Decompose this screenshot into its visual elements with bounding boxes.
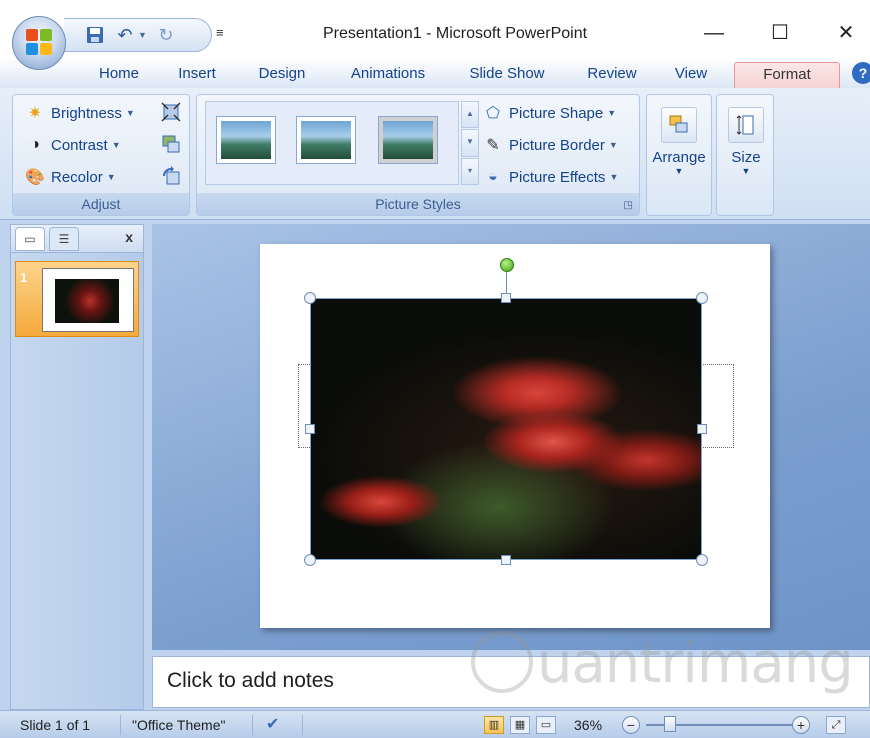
arrange-icon <box>661 107 697 143</box>
normal-view-icon[interactable]: ▥ <box>484 716 504 734</box>
resize-handle-top[interactable] <box>501 293 511 303</box>
arrange-button[interactable]: Arrange ▼ <box>649 101 709 197</box>
size-button[interactable]: Size ▼ <box>716 101 776 197</box>
resize-handle-right[interactable] <box>697 424 707 434</box>
slides-panel-tabs: ▭ ☰ x <box>11 225 143 253</box>
chevron-down-icon: ▼ <box>674 166 684 176</box>
dialog-launcher-icon[interactable]: ◳ <box>624 200 633 211</box>
picture-style-thumbnail[interactable] <box>296 116 356 164</box>
chevron-down-icon: ▼ <box>111 140 121 150</box>
tab-design[interactable]: Design <box>246 62 318 88</box>
slide-editing-area <box>152 224 870 650</box>
picture-shape-button[interactable]: ⬠ Picture Shape ▼ <box>483 103 616 123</box>
slide-sorter-icon[interactable]: ▦ <box>510 716 530 734</box>
zoom-out-icon[interactable]: − <box>622 716 640 734</box>
pen-icon: ✎ <box>486 137 500 154</box>
adjust-group: ✷ Brightness ▼ ◑ Contrast ▼ 🎨 Recolor ▼ Adj… <box>12 94 190 216</box>
ribbon: ✷ Brightness ▼ ◑ Contrast ▼ 🎨 Recolor ▼ Adj… <box>0 88 870 220</box>
contrast-icon: ◑ <box>30 136 40 153</box>
slides-tab-icon[interactable]: ▭ <box>15 227 45 251</box>
slide-number: 1 <box>20 270 28 285</box>
gallery-down-icon[interactable]: ▼ <box>461 129 479 157</box>
maximize-button[interactable]: ☐ <box>760 18 800 48</box>
slide-show-icon[interactable]: ▭ <box>536 716 556 734</box>
tab-home[interactable]: Home <box>88 62 150 88</box>
picture-styles-group-label: Picture Styles <box>197 193 639 215</box>
title-bar: ↶ ▼ ↻ ≡ Presentation1 - Microsoft PowerPo… <box>0 0 870 60</box>
tab-animations[interactable]: Animations <box>338 62 438 88</box>
effects-icon: ◒ <box>488 168 498 185</box>
brightness-button[interactable]: ✷ Brightness ▼ <box>25 103 135 123</box>
fit-to-window-icon[interactable]: ⤢ <box>826 716 846 734</box>
minimize-button[interactable]: — <box>694 18 734 48</box>
size-group: Size ▼ <box>716 94 774 216</box>
resize-handle-top-right[interactable] <box>696 292 708 304</box>
change-picture-icon[interactable] <box>159 133 183 155</box>
selected-picture[interactable] <box>310 298 702 560</box>
tab-review[interactable]: Review <box>578 62 646 88</box>
reset-picture-icon[interactable] <box>159 165 183 187</box>
office-logo-icon <box>26 29 54 57</box>
brightness-icon: ✷ <box>28 105 42 122</box>
picture-border-button[interactable]: ✎ Picture Border ▼ <box>483 135 618 155</box>
thumbnail-picture <box>55 279 119 323</box>
zoom-slider-thumb[interactable] <box>664 716 676 732</box>
chevron-down-icon: ▼ <box>608 140 618 150</box>
notes-placeholder: Click to add notes <box>167 669 334 692</box>
chevron-down-icon: ▼ <box>607 108 617 118</box>
shape-icon: ⬠ <box>486 105 500 122</box>
adjust-group-label: Adjust <box>13 193 189 215</box>
gallery-scroll: ▲ ▼ ▾ <box>461 101 479 185</box>
gallery-up-icon[interactable]: ▲ <box>461 101 479 129</box>
zoom-in-icon[interactable]: + <box>792 716 810 734</box>
slide-canvas[interactable] <box>260 244 770 628</box>
chevron-down-icon: ▼ <box>741 166 751 176</box>
picture-styles-group: ▲ ▼ ▾ ⬠ Picture Shape ▼ ✎ Picture Border ▼… <box>196 94 640 216</box>
window-title: Presentation1 - Microsoft PowerPoint <box>322 25 588 42</box>
chevron-down-icon: ▼ <box>125 108 135 118</box>
arrange-group: Arrange ▼ <box>646 94 712 216</box>
gallery-more-icon[interactable]: ▾ <box>461 157 479 185</box>
resize-handle-bottom[interactable] <box>501 555 511 565</box>
slides-panel: ▭ ☰ x 1 <box>10 224 144 710</box>
close-button[interactable]: ✕ <box>826 18 866 48</box>
watermark-text: uantrimang <box>537 631 854 696</box>
contrast-button[interactable]: ◑ Contrast ▼ <box>25 135 121 155</box>
slide-indicator: Slide 1 of 1 <box>20 717 91 733</box>
picture-style-thumbnail[interactable] <box>216 116 276 164</box>
compress-pictures-icon[interactable] <box>159 101 183 123</box>
picture-style-thumbnail[interactable] <box>378 116 438 164</box>
theme-name[interactable]: "Office Theme" <box>132 717 225 733</box>
close-panel-icon[interactable]: x <box>125 229 133 245</box>
size-icon <box>728 107 764 143</box>
help-icon[interactable]: ? <box>852 62 870 84</box>
slide-thumbnail[interactable]: 1 <box>15 261 139 337</box>
notes-pane[interactable]: Click to add notes uantrimang <box>152 631 870 708</box>
recolor-icon: 🎨 <box>25 169 45 186</box>
resize-handle-bottom-left[interactable] <box>304 554 316 566</box>
picture-effects-button[interactable]: ◒ Picture Effects ▼ <box>483 167 618 187</box>
chevron-down-icon: ▼ <box>106 172 116 182</box>
watermark-logo <box>471 631 533 693</box>
ribbon-tabs: Home Insert Design Animations Slide Show… <box>0 58 870 88</box>
tab-insert[interactable]: Insert <box>166 62 228 88</box>
rotation-handle[interactable] <box>500 258 514 272</box>
status-bar: Slide 1 of 1 "Office Theme" ✔ ▥ ▦ ▭ 36% … <box>0 710 870 738</box>
tab-view[interactable]: View <box>662 62 720 88</box>
chevron-down-icon: ▼ <box>609 172 619 182</box>
arrange-label: Arrange <box>652 149 706 166</box>
resize-handle-top-left[interactable] <box>304 292 316 304</box>
outline-tab-icon[interactable]: ☰ <box>49 227 79 251</box>
tab-slide-show[interactable]: Slide Show <box>458 62 556 88</box>
picture-styles-gallery <box>205 101 459 185</box>
size-label: Size <box>731 149 761 166</box>
tab-format[interactable]: Format <box>734 62 840 88</box>
resize-handle-bottom-right[interactable] <box>696 554 708 566</box>
office-button[interactable] <box>12 16 66 70</box>
spell-check-icon[interactable]: ✔ <box>266 714 279 734</box>
slide-thumbnail-page <box>42 268 134 332</box>
resize-handle-left[interactable] <box>305 424 315 434</box>
recolor-button[interactable]: 🎨 Recolor ▼ <box>25 167 116 187</box>
zoom-level[interactable]: 36% <box>574 717 602 733</box>
